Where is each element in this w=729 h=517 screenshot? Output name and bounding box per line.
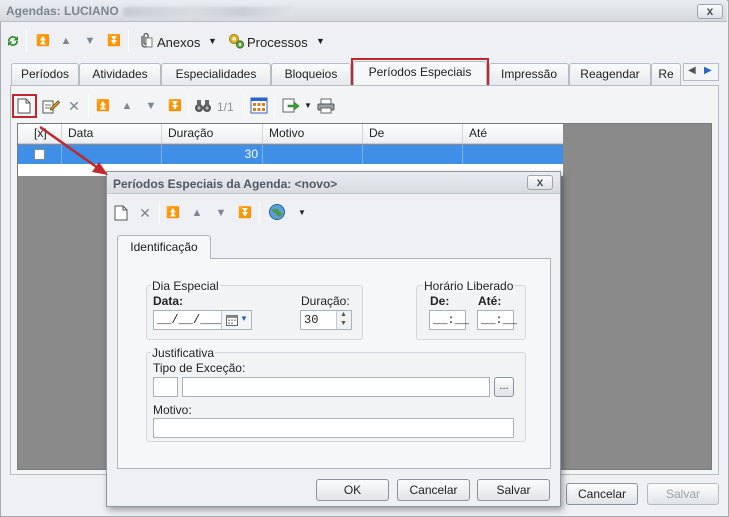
main-save-button: Salvar <box>647 483 719 505</box>
tab-atividades[interactable]: Atividades <box>79 63 161 85</box>
grid-header: [x] Data Duração Motivo De Até <box>18 124 563 144</box>
next-record-icon[interactable]: ▼ <box>143 98 159 114</box>
first-record-icon[interactable]: ⏫ <box>35 33 51 49</box>
cell-data[interactable] <box>62 145 162 164</box>
anexos-dropdown-arrow[interactable]: ▼ <box>208 36 217 46</box>
edit-record-icon[interactable] <box>42 98 61 117</box>
ok-button[interactable]: OK <box>316 479 389 501</box>
tab-scroll-buttons: ◀ ▶ <box>683 63 719 81</box>
dia-especial-legend: Dia Especial <box>151 279 220 293</box>
previous-record-icon[interactable]: ▲ <box>58 33 74 49</box>
row-checkbox[interactable] <box>34 149 45 160</box>
column-header-ate[interactable]: Até <box>463 124 563 143</box>
window-title: Agendas: LUCIANO <box>6 4 293 18</box>
cell-motivo[interactable] <box>263 145 363 164</box>
dialog-cancel-button[interactable]: Cancelar <box>397 479 470 501</box>
blurred-title-text <box>122 6 293 17</box>
toolbar-separator <box>274 95 275 117</box>
toolbar-separator <box>88 95 89 117</box>
tipo-excecao-label: Tipo de Exceção: <box>153 361 246 375</box>
motivo-label: Motivo: <box>153 403 192 417</box>
tipo-excecao-code-field[interactable] <box>153 377 178 397</box>
export-icon[interactable] <box>282 97 300 117</box>
new-record-icon[interactable] <box>114 205 128 224</box>
cell-de[interactable] <box>363 145 463 164</box>
stepper-up-icon[interactable]: ▲ <box>340 311 347 318</box>
grid-view-icon[interactable] <box>250 97 268 117</box>
data-label: Data: <box>153 294 184 308</box>
binoculars-icon[interactable] <box>194 99 212 116</box>
row-checkbox-cell <box>18 145 62 164</box>
tab-impressao[interactable]: Impressão <box>489 63 569 85</box>
next-record-icon[interactable]: ▼ <box>213 205 229 221</box>
toolbar-separator <box>188 95 189 117</box>
table-row[interactable]: 30 <box>18 145 563 164</box>
processos-dropdown-arrow[interactable]: ▼ <box>316 36 325 46</box>
toolbar-separator <box>26 30 27 52</box>
tipo-excecao-lookup-button[interactable]: ... <box>494 377 514 397</box>
last-record-icon[interactable]: ⏬ <box>167 98 183 114</box>
stepper-down-icon[interactable]: ▼ <box>340 320 347 327</box>
justificativa-legend: Justificativa <box>151 346 216 360</box>
main-cancel-button[interactable]: Cancelar <box>566 483 638 505</box>
delete-record-icon[interactable]: ✕ <box>137 205 153 221</box>
horario-liberado-legend: Horário Liberado <box>423 279 515 293</box>
cell-ate[interactable] <box>463 145 563 164</box>
column-header-motivo[interactable]: Motivo <box>263 124 363 143</box>
ate-label: Até: <box>478 294 502 308</box>
tab-bloqueios[interactable]: Bloqueios <box>271 63 351 85</box>
calendar-picker-button[interactable]: ▼ <box>221 311 251 329</box>
export-dropdown-arrow[interactable]: ▼ <box>304 101 312 110</box>
dialog-title: Períodos Especiais da Agenda: <novo> <box>113 177 338 191</box>
toolbar-separator <box>159 202 160 224</box>
tipo-excecao-description-field[interactable] <box>182 377 490 397</box>
calendar-icon <box>226 314 238 329</box>
tab-identificacao[interactable]: Identificação <box>117 235 211 259</box>
globe-icon[interactable] <box>268 203 286 224</box>
first-record-icon[interactable]: ⏫ <box>95 98 111 114</box>
ate-time-field[interactable]: __:__ <box>477 310 517 330</box>
duracao-stepper[interactable]: ▲ ▼ <box>336 311 351 329</box>
tab-reagendar[interactable]: Reagendar <box>569 63 651 85</box>
cell-duracao[interactable]: 30 <box>162 145 263 164</box>
highlight-new-button <box>12 94 37 118</box>
globe-dropdown-arrow[interactable]: ▼ <box>298 208 306 217</box>
paperclip-icon[interactable] <box>136 32 154 53</box>
next-record-icon[interactable]: ▼ <box>82 33 98 49</box>
refresh-icon[interactable] <box>5 33 21 52</box>
page-counter: 1/1 <box>217 100 234 114</box>
toolbar-separator <box>128 30 129 52</box>
de-time-field[interactable]: __:__ <box>429 310 469 330</box>
motivo-field[interactable] <box>153 418 514 438</box>
processos-menu[interactable]: Processos <box>247 35 308 50</box>
toolbar-separator <box>244 95 245 117</box>
anexos-menu[interactable]: Anexos <box>157 35 200 50</box>
printer-icon[interactable] <box>317 98 335 117</box>
tab-re[interactable]: Re <box>651 63 681 85</box>
last-record-icon[interactable]: ⏬ <box>237 205 253 221</box>
tab-especialidades[interactable]: Especialidades <box>161 63 271 85</box>
tab-periodos[interactable]: Períodos <box>11 63 79 85</box>
tab-scroll-right-icon[interactable]: ▶ <box>704 65 712 76</box>
previous-record-icon[interactable]: ▲ <box>119 98 135 114</box>
column-header-de[interactable]: De <box>363 124 463 143</box>
first-record-icon[interactable]: ⏫ <box>165 205 181 221</box>
gears-icon[interactable] <box>227 32 245 53</box>
de-label: De: <box>430 294 450 308</box>
tab-scroll-left-icon[interactable]: ◀ <box>688 65 696 76</box>
last-record-icon[interactable]: ⏬ <box>106 33 122 49</box>
column-header-select[interactable]: [x] <box>18 124 62 143</box>
chevron-down-icon: ▼ <box>240 314 248 323</box>
window-close-button[interactable]: x <box>697 4 723 19</box>
delete-record-icon[interactable]: ✕ <box>66 98 82 114</box>
dialog-close-button[interactable]: x <box>527 175 553 190</box>
column-header-duracao[interactable]: Duração <box>162 124 263 143</box>
toolbar-separator <box>259 202 260 224</box>
duracao-label: Duração: <box>301 294 350 308</box>
dialog-save-button[interactable]: Salvar <box>477 479 550 501</box>
previous-record-icon[interactable]: ▲ <box>189 205 205 221</box>
column-header-data[interactable]: Data <box>62 124 162 143</box>
